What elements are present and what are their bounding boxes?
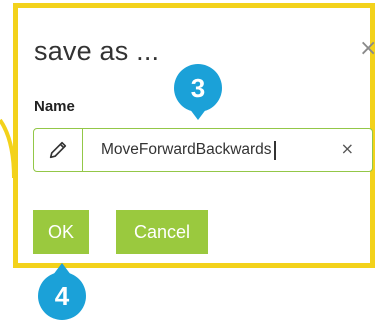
- step-badge-4: 4: [38, 263, 86, 320]
- name-input-value: MoveForwardBackwards: [101, 141, 272, 158]
- cancel-button[interactable]: Cancel: [116, 210, 208, 254]
- step-badge-4-label: 4: [54, 280, 70, 311]
- save-as-dialog: save as ... × Name MoveForwardBackwards …: [19, 10, 377, 261]
- name-input-group: MoveForwardBackwards ×: [33, 128, 373, 172]
- name-label: Name: [34, 98, 75, 115]
- name-input[interactable]: MoveForwardBackwards ×: [83, 129, 372, 171]
- step-badge-3: 3: [174, 64, 222, 120]
- badge-pointer: [53, 263, 71, 275]
- ok-button[interactable]: OK: [33, 210, 89, 254]
- text-caret: [273, 140, 276, 160]
- step-badge-3-label: 3: [190, 72, 206, 103]
- badge-pointer: [189, 108, 207, 120]
- pencil-icon: [34, 129, 83, 171]
- close-icon[interactable]: ×: [359, 38, 377, 60]
- dialog-title: save as ...: [34, 36, 160, 66]
- clear-icon[interactable]: ×: [341, 141, 354, 157]
